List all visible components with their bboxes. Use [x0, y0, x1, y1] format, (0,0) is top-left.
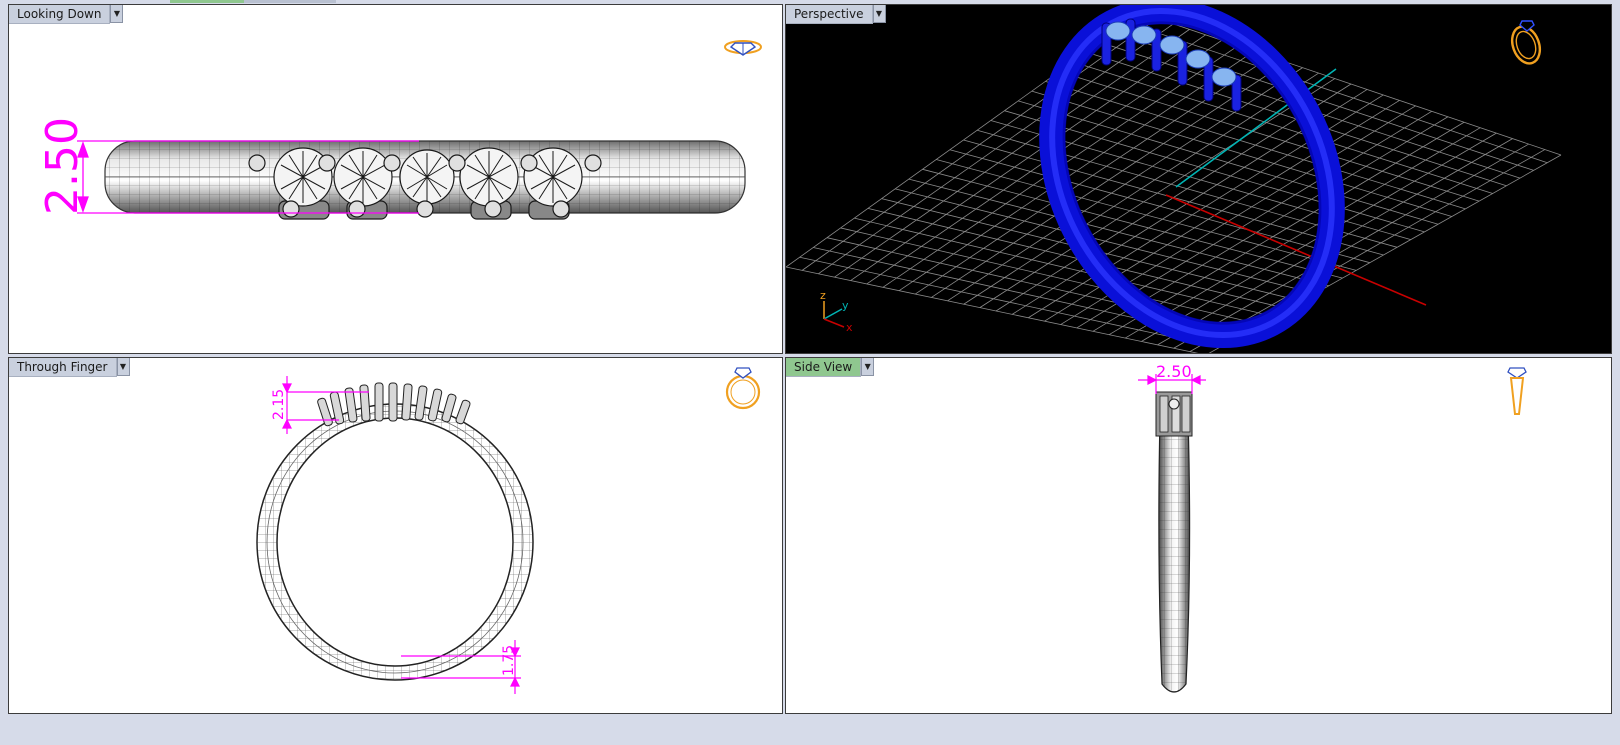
dropdown-arrow-icon[interactable]: ▼ [116, 358, 130, 376]
dimension-label: 2.50 [1156, 362, 1192, 381]
prongs [317, 382, 471, 427]
through-finger-drawing: 2.15 1.75 [256, 367, 761, 694]
dropdown-arrow-icon[interactable]: ▼ [861, 358, 875, 376]
dimension-label: 2.15 [271, 389, 287, 420]
stone-settings [248, 147, 602, 220]
looking-down-drawing: 2.50 [37, 40, 762, 220]
grid-line [1018, 100, 1439, 225]
perspective-drawing: z y x [786, 5, 1562, 353]
view-orientation-icon [725, 367, 761, 410]
viewport-through-finger[interactable]: Through Finger ▼ 2.15 1.75 [8, 357, 783, 714]
dimension-label: 2.50 [37, 117, 88, 215]
construction-grid [786, 12, 1562, 353]
axis-x-label: x [846, 321, 853, 334]
side-view-drawing: 2.50 [1138, 362, 1527, 693]
view-orientation-icon [1507, 367, 1527, 415]
view-orientation-icon [724, 40, 762, 56]
viewport-title: Side View [786, 358, 862, 377]
ring-profile [256, 403, 534, 681]
viewport-title: Through Finger [9, 358, 117, 377]
dropdown-arrow-icon[interactable]: ▼ [872, 5, 886, 23]
viewport-perspective[interactable]: Perspective ▼ z y x [785, 4, 1612, 354]
viewport-title-tab[interactable]: Looking Down ▼ [9, 5, 124, 24]
viewport-looking-down[interactable]: Looking Down ▼ 2.50 [8, 4, 783, 354]
viewport-title: Looking Down [9, 5, 111, 24]
active-tab-marker [170, 0, 244, 3]
dimension-width: 2.50 [1138, 362, 1206, 394]
viewport-title-tab[interactable]: Side View ▼ [786, 358, 875, 377]
axis-y-label: y [842, 299, 849, 312]
axis-z-label: z [820, 289, 826, 302]
ring-side-profile [1155, 391, 1193, 693]
tab-marker [244, 0, 336, 3]
dropdown-arrow-icon[interactable]: ▼ [110, 5, 124, 23]
viewport-title-tab[interactable]: Perspective ▼ [786, 5, 886, 24]
view-orientation-icon [1510, 20, 1542, 65]
axis-indicator: z y x [820, 289, 853, 334]
grid-line [1044, 100, 1400, 322]
viewport-side-view[interactable]: Side View ▼ 2.50 [785, 357, 1612, 714]
dimension-label: 1.75 [501, 645, 517, 676]
viewport-title: Perspective [786, 5, 873, 24]
viewport-title-tab[interactable]: Through Finger ▼ [9, 358, 130, 377]
ring-perspective [1039, 5, 1345, 349]
